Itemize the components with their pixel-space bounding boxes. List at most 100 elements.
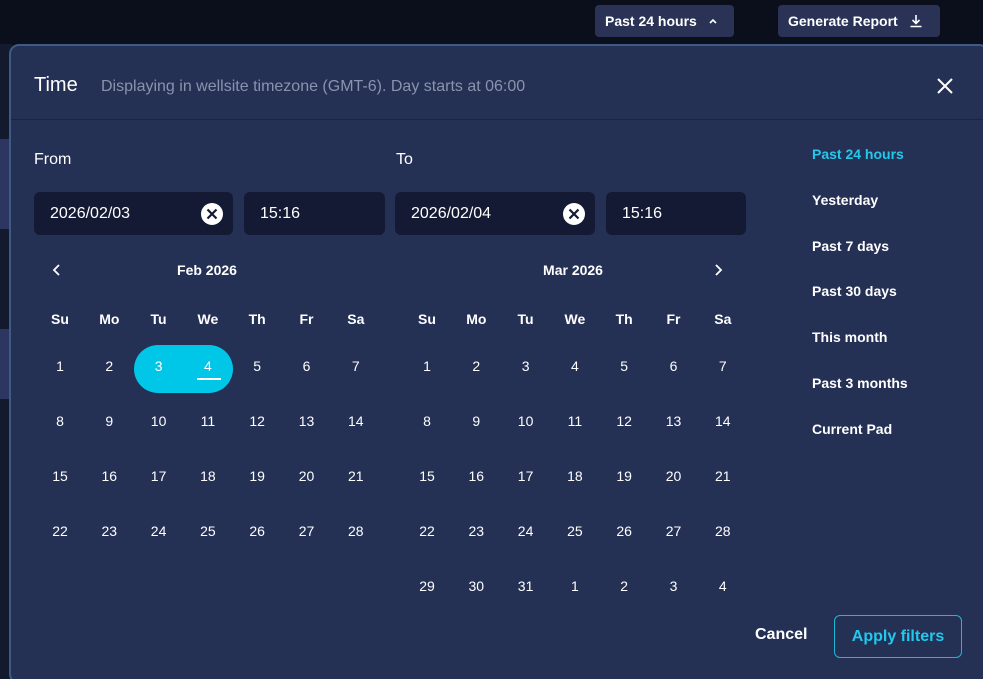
calendar-day[interactable]: 25: [555, 517, 595, 545]
generate-report-button[interactable]: Generate Report: [778, 5, 940, 37]
calendar-day[interactable]: 12: [604, 407, 644, 435]
calendar-day[interactable]: 26: [604, 517, 644, 545]
calendar-day[interactable]: 9: [456, 407, 496, 435]
calendar-day[interactable]: 7: [703, 352, 743, 380]
calendar-day[interactable]: 22: [40, 517, 80, 545]
calendar-day[interactable]: 13: [654, 407, 694, 435]
preset-option[interactable]: Past 3 months: [812, 375, 908, 391]
calendar-day[interactable]: 1: [555, 572, 595, 600]
calendar-day[interactable]: 28: [336, 517, 376, 545]
calendar-day[interactable]: 4: [555, 352, 595, 380]
top-bar: Past 24 hours Generate Report: [0, 0, 983, 44]
calendar-day[interactable]: 24: [506, 517, 546, 545]
calendar-day[interactable]: 7: [336, 352, 376, 380]
calendar-day[interactable]: 8: [407, 407, 447, 435]
calendar-day[interactable]: 2: [89, 352, 129, 380]
calendar-day[interactable]: 2: [456, 352, 496, 380]
apply-filters-button[interactable]: Apply filters: [834, 615, 962, 658]
calendar-day[interactable]: 4: [188, 352, 228, 380]
calendar-day[interactable]: 1: [407, 352, 447, 380]
calendar-day[interactable]: 1: [40, 352, 80, 380]
calendar-day[interactable]: 21: [703, 462, 743, 490]
calendar-day[interactable]: 5: [237, 352, 277, 380]
modal-title: Time: [34, 74, 78, 96]
calendar-day[interactable]: 23: [456, 517, 496, 545]
preset-option[interactable]: Current Pad: [812, 421, 892, 437]
calendar-day[interactable]: 9: [89, 407, 129, 435]
calendar-day[interactable]: 11: [555, 407, 595, 435]
from-time-input[interactable]: 15:16: [244, 192, 385, 235]
close-icon[interactable]: [935, 76, 955, 96]
calendar-day[interactable]: 17: [139, 462, 179, 490]
calendar-day[interactable]: 25: [188, 517, 228, 545]
calendar-day[interactable]: 20: [654, 462, 694, 490]
calendar-day[interactable]: 16: [89, 462, 129, 490]
weekday-label: Th: [248, 311, 266, 327]
chevron-up-icon: [709, 18, 717, 24]
calendar-day[interactable]: 15: [407, 462, 447, 490]
download-icon: [910, 15, 922, 28]
calendar-day[interactable]: 27: [654, 517, 694, 545]
preset-option[interactable]: This month: [812, 329, 887, 345]
calendar-day[interactable]: 3: [506, 352, 546, 380]
calendar-day[interactable]: 23: [89, 517, 129, 545]
time-range-button[interactable]: Past 24 hours: [595, 5, 734, 37]
calendar-day[interactable]: 4: [703, 572, 743, 600]
calendar-day[interactable]: 27: [287, 517, 327, 545]
calendar-day[interactable]: 11: [188, 407, 228, 435]
weekday-label: We: [564, 311, 586, 327]
to-time-input[interactable]: 15:16: [606, 192, 746, 235]
calendar-day[interactable]: 15: [40, 462, 80, 490]
calendar-day[interactable]: 18: [555, 462, 595, 490]
calendar-day[interactable]: 26: [237, 517, 277, 545]
chevron-left-icon[interactable]: [47, 260, 67, 280]
calendar-day[interactable]: 30: [456, 572, 496, 600]
calendar-day[interactable]: 18: [188, 462, 228, 490]
time-filter-modal: Time Displaying in wellsite timezone (GM…: [9, 44, 983, 679]
calendar-day[interactable]: 3: [139, 352, 179, 380]
calendar-day[interactable]: 14: [703, 407, 743, 435]
timezone-note: Displaying in wellsite timezone (GMT-6).…: [101, 78, 526, 95]
calendar-day[interactable]: 31: [506, 572, 546, 600]
from-label: From: [34, 151, 72, 168]
calendar-day[interactable]: 28: [703, 517, 743, 545]
preset-option[interactable]: Past 7 days: [812, 238, 889, 254]
calendar-day[interactable]: 5: [604, 352, 644, 380]
calendar-day[interactable]: 6: [287, 352, 327, 380]
clear-icon[interactable]: [563, 203, 585, 225]
calendar-day[interactable]: 17: [506, 462, 546, 490]
calendar-day[interactable]: 16: [456, 462, 496, 490]
preset-option[interactable]: Yesterday: [812, 192, 878, 208]
weekday-label: Fr: [299, 311, 314, 327]
preset-option[interactable]: Past 24 hours: [812, 146, 904, 162]
calendar-day[interactable]: 13: [287, 407, 327, 435]
from-time-value: 15:16: [260, 204, 301, 222]
to-time-value: 15:16: [622, 204, 663, 222]
calendar-day[interactable]: 2: [604, 572, 644, 600]
cancel-button[interactable]: Cancel: [755, 626, 807, 644]
calendar-day[interactable]: 12: [237, 407, 277, 435]
weekday-label: Su: [51, 311, 69, 327]
chevron-right-icon[interactable]: [708, 260, 728, 280]
calendar-day[interactable]: 10: [139, 407, 179, 435]
calendar-day[interactable]: 19: [237, 462, 277, 490]
weekday-label: Mo: [466, 311, 487, 327]
weekday-label: Tu: [150, 311, 167, 327]
calendar-day[interactable]: 24: [139, 517, 179, 545]
calendar-day[interactable]: 14: [336, 407, 376, 435]
calendar-day[interactable]: 3: [654, 572, 694, 600]
calendar-day[interactable]: 29: [407, 572, 447, 600]
calendar-day[interactable]: 10: [506, 407, 546, 435]
calendar-day[interactable]: 22: [407, 517, 447, 545]
calendar-day[interactable]: 21: [336, 462, 376, 490]
calendar-day[interactable]: 6: [654, 352, 694, 380]
calendar-day[interactable]: 19: [604, 462, 644, 490]
clear-icon[interactable]: [201, 203, 223, 225]
apply-filters-label: Apply filters: [851, 627, 945, 645]
calendar-day[interactable]: 20: [287, 462, 327, 490]
generate-report-label: Generate Report: [788, 13, 898, 29]
to-date-input[interactable]: 2026/02/04: [395, 192, 595, 235]
from-date-input[interactable]: 2026/02/03: [34, 192, 233, 235]
calendar-day[interactable]: 8: [40, 407, 80, 435]
preset-option[interactable]: Past 30 days: [812, 283, 897, 299]
